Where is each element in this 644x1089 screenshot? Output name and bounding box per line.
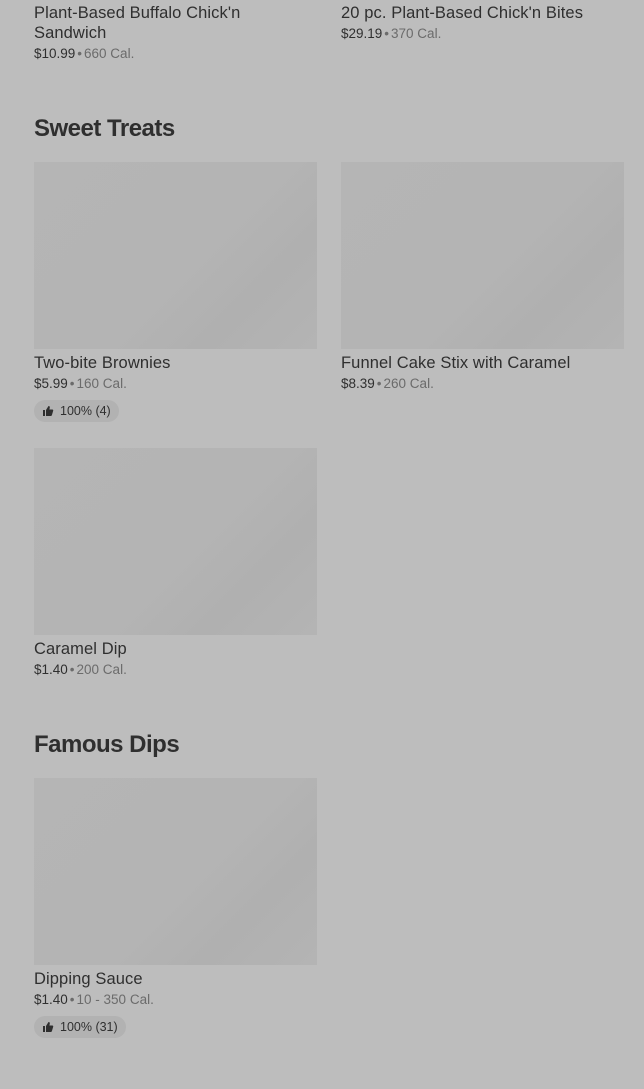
item-meta: $10.99 • 660 Cal. — [34, 45, 317, 63]
item-calories: 260 Cal. — [383, 376, 434, 391]
section-title-sweet-treats: Sweet Treats — [34, 115, 175, 142]
menu-item-card[interactable]: Dipping Sauce $1.40 • 10 - 350 Cal. 100% (… — [34, 778, 317, 1038]
rating-text: 100% (31) — [60, 1020, 118, 1034]
menu-item-card[interactable]: Plant-Based Buffalo Chick'n Sandwich $10… — [34, 3, 317, 63]
item-price: $1.40 — [34, 992, 68, 1007]
thumbs-up-icon — [42, 1021, 54, 1033]
item-name: 20 pc. Plant-Based Chick'n Bites — [341, 4, 584, 22]
separator-dot: • — [376, 376, 382, 391]
item-meta: $8.39 • 260 Cal. — [341, 375, 624, 393]
item-meta: $1.40 • 10 - 350 Cal. — [34, 991, 317, 1009]
item-name: Caramel Dip — [34, 640, 127, 658]
menu-item-card[interactable]: Caramel Dip $1.40 • 200 Cal. — [34, 448, 317, 679]
item-calories: 160 Cal. — [76, 376, 127, 391]
separator-dot: • — [69, 662, 75, 677]
item-calories: 10 - 350 Cal. — [76, 992, 154, 1007]
menu-item-card[interactable]: 20 pc. Plant-Based Chick'n Bites $29.19 •… — [341, 3, 624, 43]
item-price: $10.99 — [34, 46, 76, 61]
section-title-famous-dips: Famous Dips — [34, 731, 180, 758]
item-image[interactable] — [341, 162, 624, 349]
item-name: Dipping Sauce — [34, 970, 143, 988]
item-image[interactable] — [34, 162, 317, 349]
menu-page: Plant-Based Buffalo Chick'n Sandwich $10… — [0, 0, 644, 1089]
item-price: $1.40 — [34, 662, 68, 677]
item-price: $8.39 — [341, 376, 375, 391]
item-meta: $5.99 • 160 Cal. — [34, 375, 317, 393]
item-name: Two-bite Brownies — [34, 354, 171, 372]
item-calories: 370 Cal. — [391, 26, 442, 41]
item-name: Plant-Based Buffalo Chick'n Sandwich — [34, 4, 241, 42]
separator-dot: • — [77, 46, 83, 61]
item-meta: $29.19 • 370 Cal. — [341, 25, 624, 43]
item-price: $29.19 — [341, 26, 383, 41]
item-meta: $1.40 • 200 Cal. — [34, 661, 317, 679]
menu-item-card[interactable]: Two-bite Brownies $5.99 • 160 Cal. 100% (4… — [34, 162, 317, 422]
rating-text: 100% (4) — [60, 404, 111, 418]
item-calories: 660 Cal. — [84, 46, 135, 61]
separator-dot: • — [69, 376, 75, 391]
item-name: Funnel Cake Stix with Caramel — [341, 354, 571, 372]
item-image[interactable] — [34, 778, 317, 965]
thumbs-up-icon — [42, 405, 54, 417]
item-image[interactable] — [34, 448, 317, 635]
rating-badge: 100% (4) — [34, 400, 119, 422]
item-price: $5.99 — [34, 376, 68, 391]
separator-dot: • — [384, 26, 390, 41]
item-calories: 200 Cal. — [76, 662, 127, 677]
rating-badge: 100% (31) — [34, 1016, 126, 1038]
menu-item-card[interactable]: Funnel Cake Stix with Caramel $8.39 • 260 … — [341, 162, 624, 393]
separator-dot: • — [69, 992, 75, 1007]
